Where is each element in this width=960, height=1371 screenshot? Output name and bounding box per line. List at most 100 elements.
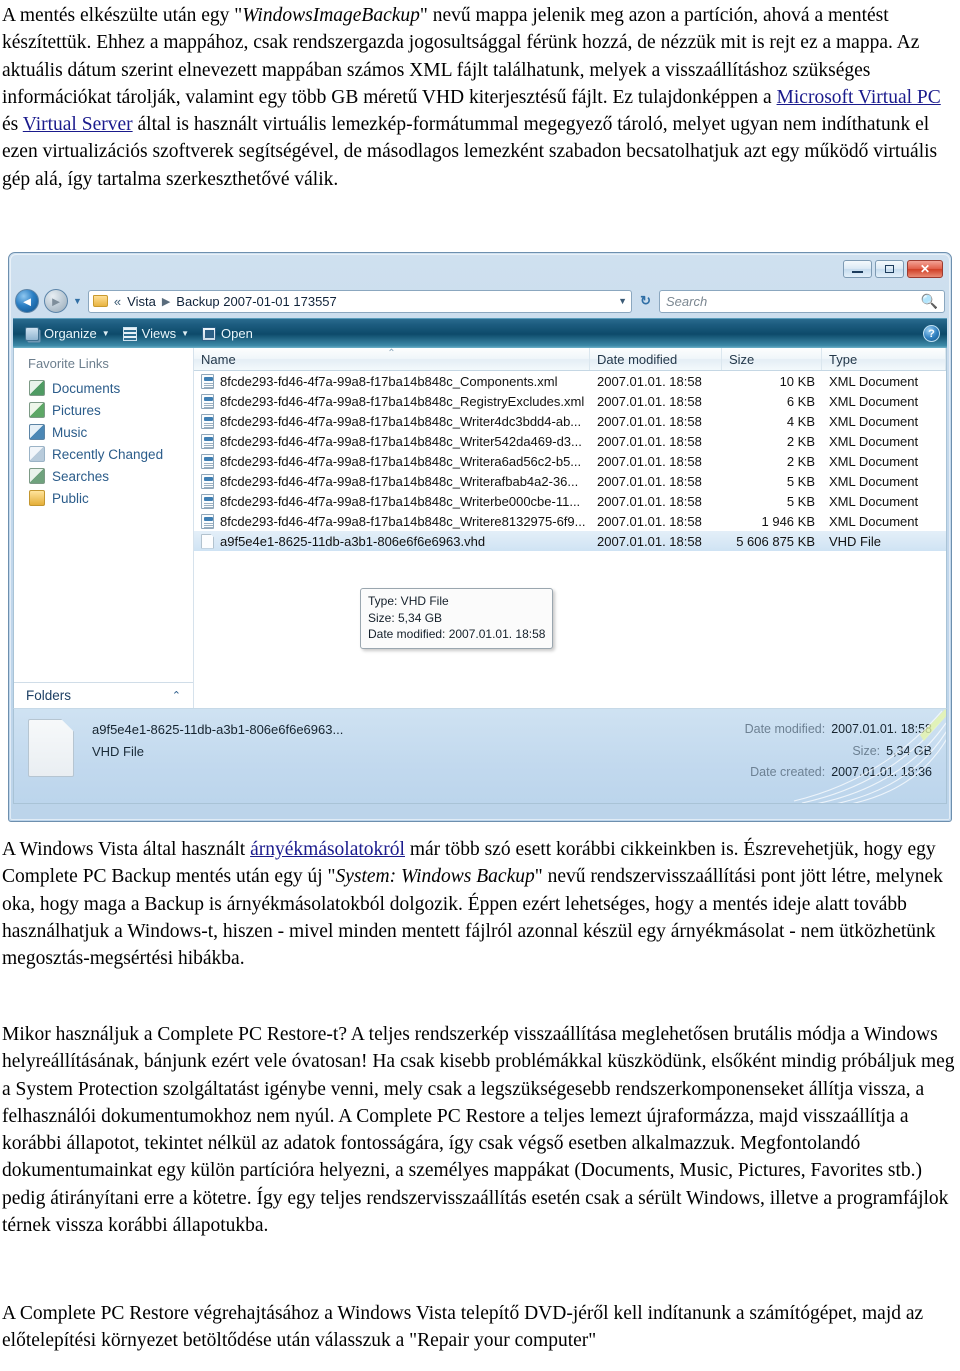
window-title-bar: ✕ [13, 257, 947, 287]
history-dropdown-icon[interactable]: ▼ [73, 296, 82, 306]
xml-file-icon [201, 513, 214, 529]
minimize-button[interactable] [843, 260, 872, 278]
forward-button[interactable]: ► [44, 289, 68, 313]
chevron-down-icon[interactable]: ▼ [181, 329, 189, 338]
sidebar-item-label: Recently Changed [52, 446, 164, 462]
sidebar-item-searches[interactable]: Searches [14, 465, 193, 487]
views-button[interactable]: Views ▼ [118, 324, 194, 343]
breadcrumb-separator-icon[interactable]: ▶ [162, 295, 170, 308]
second-paragraph: A Windows Vista által használt árnyékmás… [2, 836, 954, 972]
paragraph-3: Mikor használjuk a Complete PC Restore-t… [2, 1024, 955, 1237]
xml-file-icon [201, 393, 214, 409]
column-header-name[interactable]: Name ⌃ [194, 348, 590, 370]
file-size-cell: 5 KB [786, 473, 815, 489]
xml-file-icon [201, 413, 214, 429]
file-size-cell: 5 KB [786, 493, 815, 509]
file-size-cell: 6 KB [786, 393, 815, 409]
paragraph-2: A Windows Vista által használt árnyékmás… [2, 836, 954, 972]
file-type-cell: XML Document [829, 373, 919, 389]
details-file-type: VHD File [92, 744, 145, 760]
file-name-label: 8fcde293-fd46-4f7a-99a8-f17ba14b848c_Wri… [220, 413, 582, 429]
pictures-icon [29, 402, 45, 418]
file-name-cell: 8fcde293-fd46-4f7a-99a8-f17ba14b848c_Wri… [194, 473, 590, 489]
address-toolbar: ◄ ► ▼ « Vista ▶ Backup 2007-01-01 173557… [13, 287, 947, 315]
file-name-label: 8fcde293-fd46-4f7a-99a8-f17ba14b848c_Wri… [220, 493, 581, 509]
open-button[interactable]: Open [197, 324, 258, 343]
search-input[interactable]: Search 🔍 [659, 289, 945, 313]
organize-label: Organize [44, 326, 97, 341]
xml-file-icon [201, 373, 214, 389]
details-size-value: 5,34 GB [886, 743, 932, 758]
file-type-cell: XML Document [829, 513, 919, 529]
inline-link[interactable]: Microsoft Virtual PC [777, 87, 941, 108]
back-button[interactable]: ◄ [15, 289, 39, 313]
vhd-file-icon [28, 719, 74, 777]
sidebar-item-pictures[interactable]: Pictures [14, 399, 193, 421]
inline-link[interactable]: árnyékmásolatokról [250, 839, 405, 860]
navigation-pane: Favorite Links Documents Pictures Music [14, 348, 194, 708]
paragraph-4: A Complete PC Restore végrehajtásához a … [2, 1303, 924, 1352]
breadcrumb-item-vista[interactable]: Vista [127, 294, 156, 309]
search-icon[interactable]: 🔍 [921, 293, 938, 310]
file-name-cell: 8fcde293-fd46-4f7a-99a8-f17ba14b848c_Wri… [194, 413, 590, 429]
address-bar[interactable]: « Vista ▶ Backup 2007-01-01 173557 ▼ [87, 289, 633, 313]
sidebar-item-music[interactable]: Music [14, 421, 193, 443]
table-row[interactable]: a9f5e4e1-8625-11db-a3b1-806e6f6e6963.vhd… [194, 531, 946, 551]
folders-label: Folders [26, 688, 72, 703]
tooltip-size: Size: 5,34 GB [368, 610, 443, 625]
sidebar-item-public[interactable]: Public [14, 487, 193, 509]
table-row[interactable]: 8fcde293-fd46-4f7a-99a8-f17ba14b848c_Wri… [194, 431, 946, 451]
table-row[interactable]: 8fcde293-fd46-4f7a-99a8-f17ba14b848c_Reg… [194, 391, 946, 411]
favorite-links-title: Favorite Links [28, 356, 109, 371]
fourth-paragraph: A Complete PC Restore végrehajtásához a … [2, 1300, 958, 1355]
column-header-size[interactable]: Size [722, 348, 822, 370]
column-headers: Name ⌃ Date modified Size Type [194, 348, 946, 371]
emphasis-text: System: Windows Backup [335, 866, 535, 888]
column-header-type[interactable]: Type [822, 348, 946, 370]
open-icon [202, 326, 217, 341]
file-name-cell: 8fcde293-fd46-4f7a-99a8-f17ba14b848c_Wri… [194, 453, 590, 469]
close-button[interactable]: ✕ [907, 260, 943, 278]
address-bar-tail: ▼ [618, 296, 627, 306]
file-rows: 8fcde293-fd46-4f7a-99a8-f17ba14b848c_Com… [194, 371, 946, 708]
sidebar-item-label: Documents [52, 380, 121, 396]
file-size-cell: 1 946 KB [761, 513, 816, 529]
column-header-date-modified[interactable]: Date modified [590, 348, 722, 370]
details-date-created-value: 2007.01.01. 18:36 [831, 765, 932, 779]
table-row[interactable]: 8fcde293-fd46-4f7a-99a8-f17ba14b848c_Wri… [194, 451, 946, 471]
search-placeholder: Search [666, 293, 708, 309]
recently-changed-icon [29, 446, 45, 462]
views-icon [122, 326, 137, 341]
folders-expander[interactable]: Folders ⌃ [14, 682, 193, 708]
organize-button[interactable]: Organize ▼ [20, 324, 115, 343]
sidebar-item-recently-changed[interactable]: Recently Changed [14, 443, 193, 465]
table-row[interactable]: 8fcde293-fd46-4f7a-99a8-f17ba14b848c_Com… [194, 371, 946, 391]
table-row[interactable]: 8fcde293-fd46-4f7a-99a8-f17ba14b848c_Wri… [194, 411, 946, 431]
breadcrumb-overflow-icon[interactable]: « [114, 294, 121, 309]
table-row[interactable]: 8fcde293-fd46-4f7a-99a8-f17ba14b848c_Wri… [194, 511, 946, 531]
intro-paragraph: A mentés elkészülte után egy "WindowsIma… [2, 2, 954, 193]
public-folder-icon [29, 490, 45, 506]
refresh-icon[interactable]: ↻ [637, 293, 654, 309]
sidebar-item-documents[interactable]: Documents [14, 377, 193, 399]
table-row[interactable]: 8fcde293-fd46-4f7a-99a8-f17ba14b848c_Wri… [194, 491, 946, 511]
help-button[interactable]: ? [923, 325, 940, 342]
chevron-down-icon[interactable]: ▼ [618, 296, 627, 306]
sidebar-item-label: Pictures [52, 402, 101, 418]
command-bar: Organize ▼ Views ▼ Open ? [13, 318, 947, 348]
details-date-modified-value: 2007.01.01. 18:58 [831, 722, 932, 736]
maximize-button[interactable] [875, 260, 904, 278]
breadcrumb-item-backup[interactable]: Backup 2007-01-01 173557 [176, 294, 336, 309]
body-text: által is használt virtuális lemezkép-for… [2, 114, 938, 190]
chevron-down-icon[interactable]: ▼ [102, 329, 110, 338]
tooltip-date-modified: Date modified: 2007.01.01. 18:58 [368, 627, 546, 642]
file-date-cell: 2007.01.01. 18:58 [597, 513, 702, 529]
chevron-up-icon[interactable]: ⌃ [172, 689, 181, 702]
file-name-cell: a9f5e4e1-8625-11db-a3b1-806e6f6e6963.vhd [194, 533, 590, 549]
inline-link[interactable]: Virtual Server [23, 114, 133, 135]
file-name-label: 8fcde293-fd46-4f7a-99a8-f17ba14b848c_Wri… [220, 453, 582, 469]
table-row[interactable]: 8fcde293-fd46-4f7a-99a8-f17ba14b848c_Wri… [194, 471, 946, 491]
file-name-cell: 8fcde293-fd46-4f7a-99a8-f17ba14b848c_Wri… [194, 513, 590, 529]
body-text: A Windows Vista által használt [2, 839, 251, 860]
details-file-name: a9f5e4e1-8625-11db-a3b1-806e6f6e6963... [92, 722, 344, 737]
